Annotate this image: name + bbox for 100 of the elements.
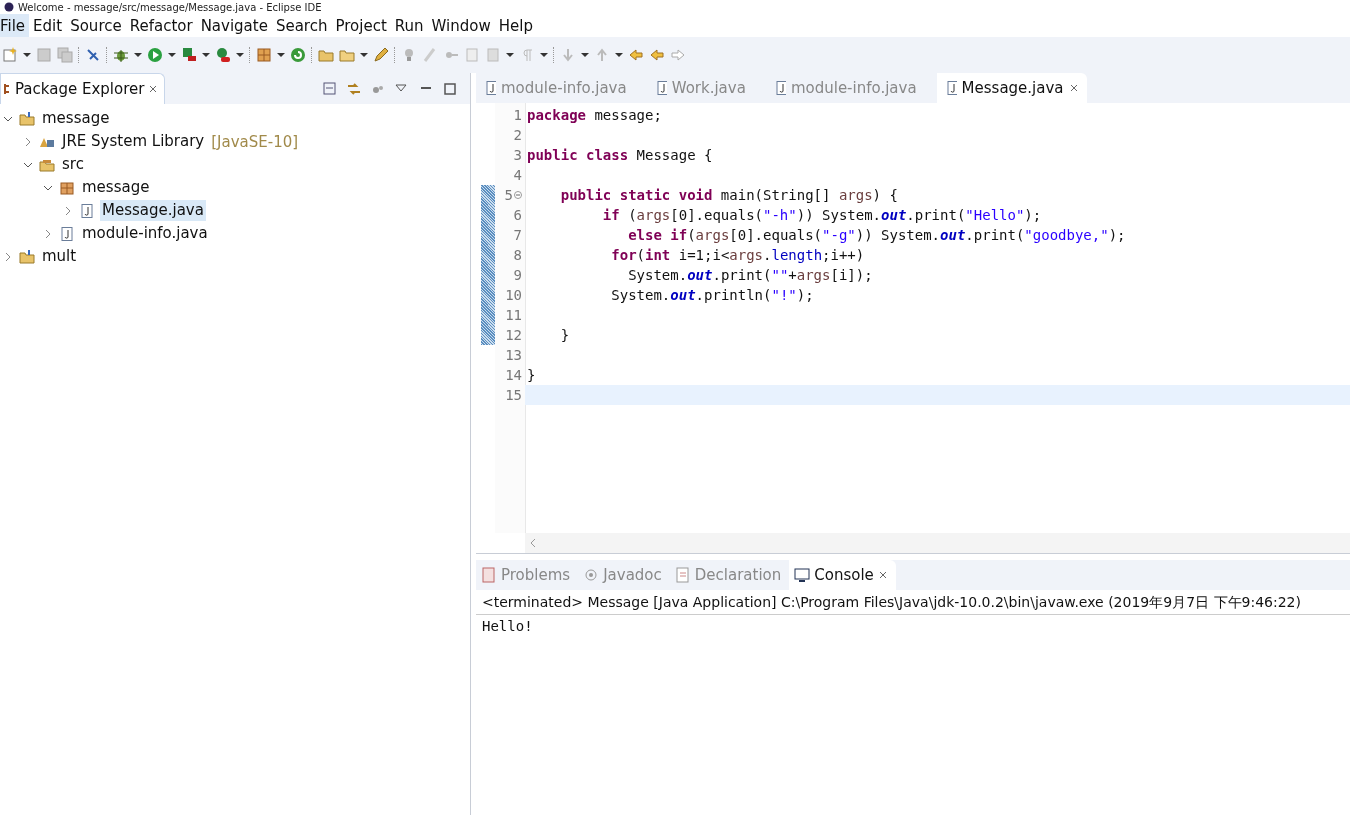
java-file-icon xyxy=(944,80,957,96)
folder-icon xyxy=(19,110,35,127)
hierarchy-icon xyxy=(3,82,11,96)
at-icon xyxy=(583,567,600,583)
chevron-right-icon[interactable] xyxy=(23,136,33,147)
menu-item[interactable]: Edit xyxy=(33,14,71,37)
line-number: 7 xyxy=(513,226,522,245)
java-file-icon xyxy=(79,202,95,219)
chevron-right-icon[interactable] xyxy=(63,205,73,216)
pencil-icon[interactable] xyxy=(373,47,389,63)
line-number: 13 xyxy=(505,346,522,365)
line-number: 14 xyxy=(505,366,522,385)
code-line: System.out.print(""+args[i]); xyxy=(627,267,873,283)
menu-item[interactable]: Source xyxy=(70,14,130,37)
code-line: } xyxy=(559,327,570,343)
code-line: if (args[0].equals("-h")) System.out.print("Hello"); xyxy=(601,207,1042,223)
close-icon[interactable] xyxy=(148,84,159,94)
close-icon[interactable] xyxy=(877,570,888,580)
close-icon[interactable] xyxy=(1068,83,1079,93)
menu-item[interactable]: Help xyxy=(498,14,541,37)
line-number: 11 xyxy=(505,306,522,325)
bug-icon[interactable] xyxy=(113,47,129,63)
caret-icon[interactable] xyxy=(540,53,548,57)
line-number: 2 xyxy=(513,126,522,145)
code-line: } xyxy=(527,367,536,383)
view-tab[interactable]: Console xyxy=(789,560,896,590)
maximize-icon[interactable] xyxy=(442,80,458,97)
menu-item[interactable]: Refactor xyxy=(129,14,201,37)
menu-item[interactable]: Navigate xyxy=(200,14,276,37)
caret-icon[interactable] xyxy=(360,53,368,57)
problems-icon xyxy=(481,567,497,583)
caret-icon[interactable] xyxy=(168,53,176,57)
java-file-icon xyxy=(654,80,667,96)
console-output: Hello! xyxy=(481,617,534,636)
tree-item[interactable]: module-info.java xyxy=(80,223,210,244)
new-file-icon[interactable] xyxy=(2,47,18,63)
caret-icon[interactable] xyxy=(277,53,285,57)
console-icon xyxy=(794,567,811,583)
back-icon[interactable] xyxy=(628,47,644,63)
caret-icon[interactable] xyxy=(506,53,514,57)
caret-icon[interactable] xyxy=(236,53,244,57)
folder-icon xyxy=(19,248,35,265)
tree-item[interactable]: src xyxy=(60,154,86,175)
menu-item[interactable]: Project xyxy=(335,14,395,37)
tree-item[interactable]: message xyxy=(40,108,112,129)
tree-item[interactable]: Message.java xyxy=(100,200,206,221)
tree-item[interactable]: message xyxy=(80,177,152,198)
caret-icon[interactable] xyxy=(581,53,589,57)
tree-item[interactable]: mult xyxy=(40,246,79,267)
line-number: 10 xyxy=(505,286,522,305)
package-icon xyxy=(59,179,75,196)
back-icon[interactable] xyxy=(649,47,665,63)
forward-icon[interactable] xyxy=(670,47,686,63)
declaration-icon xyxy=(674,567,691,583)
menu-item[interactable]: Search xyxy=(275,14,336,37)
code-line: package message; xyxy=(527,107,662,123)
chevron-right-icon[interactable] xyxy=(43,228,53,239)
app-icon xyxy=(4,2,14,12)
line-number: 4 xyxy=(513,166,522,185)
line-number: 3 xyxy=(513,146,522,165)
line-number: 5 xyxy=(504,186,513,205)
java-file-icon xyxy=(773,80,786,96)
console-header: <terminated> Message [Java Application] C:\Program Files\Java\jdk-10.0.2\bin\javaw.exe (2019年9月7日 下午9:46:22) xyxy=(476,590,1350,615)
menu-item[interactable]: Run xyxy=(394,14,432,37)
java-file-icon xyxy=(59,225,75,242)
menu-item[interactable]: Window xyxy=(431,14,499,37)
line-number: 6 xyxy=(513,206,522,225)
link-icon[interactable] xyxy=(346,80,362,97)
folder-icon[interactable] xyxy=(318,47,334,63)
box-icon[interactable] xyxy=(256,47,272,63)
java-file-icon xyxy=(484,80,496,96)
scroll-left-icon[interactable] xyxy=(529,538,537,548)
code-line: System.out.println("!"); xyxy=(610,287,814,303)
code-line: public static void main(String[] args) { xyxy=(559,187,898,203)
tree-item[interactable]: JRE System Library xyxy=(60,131,207,152)
line-number: 1 xyxy=(513,106,522,125)
menu-item[interactable]: File xyxy=(0,14,30,37)
caret-icon[interactable] xyxy=(134,53,142,57)
code-line: public class Message { xyxy=(527,147,713,163)
caret-icon[interactable] xyxy=(202,53,210,57)
refresh-icon[interactable] xyxy=(290,47,306,63)
line-number: 9 xyxy=(513,266,522,285)
collapse-all-icon[interactable] xyxy=(322,80,338,97)
line-number: 12 xyxy=(505,326,522,345)
caret-icon[interactable] xyxy=(615,53,623,57)
folder-icon[interactable] xyxy=(339,47,355,63)
code-line: for(int i=1;i<args.length;i++) xyxy=(610,247,865,263)
tree-item-decoration: [JavaSE-10] xyxy=(211,132,299,151)
chevron-right-icon[interactable] xyxy=(3,251,13,262)
horizontal-scrollbar[interactable] xyxy=(525,533,1350,553)
save-all-icon[interactable] xyxy=(57,47,73,63)
line-number: 8 xyxy=(513,246,522,265)
run-icon[interactable] xyxy=(147,47,163,63)
code-line: else if(args[0].equals("-g")) System.out.print("goodbye,"); xyxy=(627,227,1126,243)
view-tab[interactable]: Package Explorer xyxy=(0,73,166,104)
window-title: Welcome - message/src/message/Message.java - Eclipse IDE xyxy=(18,1,322,13)
fold-icon[interactable] xyxy=(514,191,522,199)
editor-tab[interactable]: Message.java xyxy=(936,73,1087,103)
line-number: 15 xyxy=(505,386,522,405)
caret-icon[interactable] xyxy=(23,53,31,57)
